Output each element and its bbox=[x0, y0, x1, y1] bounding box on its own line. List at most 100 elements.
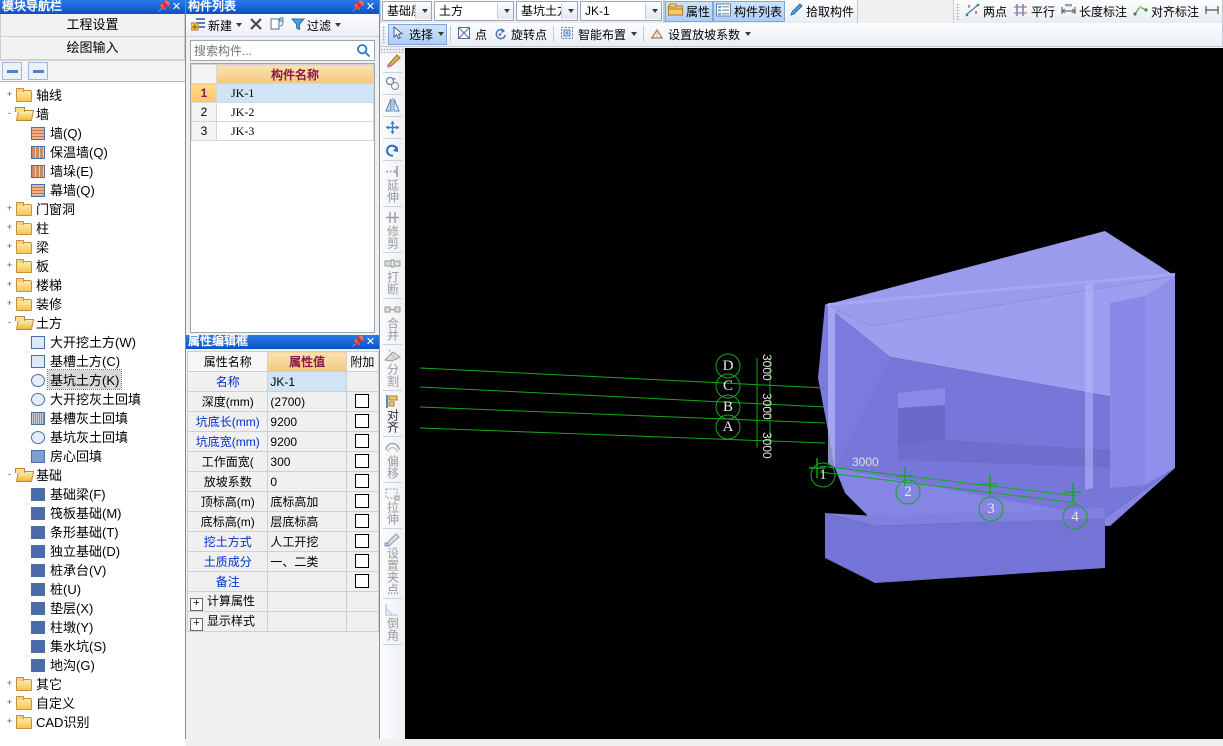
expand-icon[interactable]: + bbox=[4, 299, 15, 308]
property-value[interactable]: 一、二类 bbox=[267, 551, 347, 572]
point-tool[interactable]: 点 bbox=[454, 25, 490, 44]
attach-checkbox[interactable] bbox=[355, 534, 370, 548]
chevron-down-icon[interactable] bbox=[438, 32, 445, 36]
tree-item[interactable]: + 装修 bbox=[0, 294, 185, 313]
pin-icon[interactable]: 📌 bbox=[351, 1, 365, 13]
new-component-button[interactable]: 新建 bbox=[189, 16, 244, 34]
tree-item[interactable]: + 轴线 bbox=[0, 85, 185, 104]
more-dimension-tools[interactable] bbox=[1202, 2, 1222, 21]
tree-item[interactable]: 大开挖土方(W) bbox=[0, 332, 185, 351]
tree-item[interactable]: 条形基础(T) bbox=[0, 522, 185, 541]
tree-item[interactable]: + CAD识别 bbox=[0, 712, 185, 731]
tree-item[interactable]: 墙垛(E) bbox=[0, 161, 185, 180]
property-value[interactable]: 层底标高 bbox=[267, 511, 347, 532]
two-point-dim-button[interactable]: 两点 bbox=[962, 2, 1010, 21]
expand-icon[interactable]: + bbox=[4, 242, 15, 251]
smart-layout-tool[interactable]: 智能布置 bbox=[557, 25, 640, 44]
attach-checkbox[interactable] bbox=[355, 514, 370, 528]
component-name-cell[interactable]: JK-1 bbox=[216, 83, 374, 103]
property-group[interactable]: + 显示样式 bbox=[186, 611, 269, 632]
tree-item[interactable]: 保温墙(Q) bbox=[0, 142, 185, 161]
rotate-tool[interactable] bbox=[380, 75, 405, 92]
component-grid[interactable]: 构件名称 1 JK-1 2 JK-2 3 JK-3 bbox=[190, 63, 375, 333]
property-group-row[interactable]: + 计算属性 bbox=[186, 591, 380, 612]
tree-item[interactable]: 幕墙(Q) bbox=[0, 180, 185, 199]
property-value[interactable]: (2700) bbox=[267, 391, 347, 412]
chevron-down-icon[interactable] bbox=[236, 23, 243, 27]
tree-item[interactable]: + 柱 bbox=[0, 218, 185, 237]
attach-checkbox[interactable] bbox=[355, 394, 370, 408]
component-selector[interactable]: JK-1 bbox=[580, 1, 662, 21]
move-tool[interactable] bbox=[380, 119, 405, 136]
expand-icon[interactable]: + bbox=[4, 698, 15, 707]
slope-coefficient-tool[interactable]: 设置放坡系数 bbox=[647, 25, 754, 44]
mirror-tool[interactable] bbox=[380, 97, 405, 114]
table-row[interactable]: 1 JK-1 bbox=[191, 83, 374, 103]
expand-icon[interactable]: + bbox=[190, 618, 203, 631]
property-value[interactable] bbox=[267, 571, 347, 592]
collapse-icon[interactable]: - bbox=[4, 470, 15, 479]
chevron-down-icon[interactable] bbox=[745, 32, 752, 36]
tree-item[interactable]: 基槽灰土回填 bbox=[0, 408, 185, 427]
pin-icon[interactable]: 📌 bbox=[157, 1, 171, 13]
search-icon[interactable] bbox=[352, 43, 374, 58]
align-dim-button[interactable]: 对齐标注 bbox=[1130, 2, 1202, 21]
pick-component-button[interactable]: 拾取构件 bbox=[785, 2, 857, 21]
tree-item[interactable]: - 土方 bbox=[0, 313, 185, 332]
align-tool[interactable]: 对齐 bbox=[380, 393, 405, 434]
tree-item[interactable]: + 板 bbox=[0, 256, 185, 275]
copy-component-button[interactable] bbox=[268, 16, 286, 34]
component-name-cell[interactable]: JK-2 bbox=[216, 102, 374, 122]
length-dim-button[interactable]: 长度标注 bbox=[1058, 2, 1130, 21]
select-tool[interactable]: 选择 bbox=[388, 23, 448, 45]
expand-icon[interactable]: + bbox=[4, 717, 15, 726]
property-value[interactable]: JK-1 bbox=[267, 371, 347, 392]
tree-item[interactable]: + 门窗洞 bbox=[0, 199, 185, 218]
tree-item[interactable]: -墙 bbox=[0, 104, 185, 123]
attach-checkbox[interactable] bbox=[355, 474, 370, 488]
tree-item[interactable]: 基础梁(F) bbox=[0, 484, 185, 503]
attach-checkbox[interactable] bbox=[355, 574, 370, 588]
chevron-down-icon[interactable] bbox=[415, 3, 431, 19]
property-value[interactable]: 底标高加 bbox=[267, 491, 347, 512]
tree-item[interactable]: 垫层(X) bbox=[0, 598, 185, 617]
filter-button[interactable]: 过滤 bbox=[289, 16, 343, 34]
expand-icon[interactable]: + bbox=[4, 261, 15, 270]
property-value[interactable]: 0 bbox=[267, 471, 347, 492]
tree-item[interactable]: + 梁 bbox=[0, 237, 185, 256]
delete-component-button[interactable] bbox=[247, 16, 265, 34]
tree-item[interactable]: 基坑土方(K) bbox=[0, 369, 185, 390]
collapse-all-button[interactable] bbox=[2, 62, 22, 80]
component-type-selector[interactable]: 基坑土方 bbox=[516, 1, 578, 21]
attach-checkbox[interactable] bbox=[355, 554, 370, 568]
chevron-down-icon[interactable] bbox=[335, 23, 342, 27]
toolbar-gripper[interactable] bbox=[955, 2, 960, 20]
search-input[interactable] bbox=[191, 41, 352, 60]
close-icon[interactable]: ✕ bbox=[364, 336, 377, 348]
tree-item[interactable]: + 自定义 bbox=[0, 693, 185, 712]
component-list-toggle[interactable]: 构件列表 bbox=[713, 0, 786, 22]
collapse-icon[interactable]: - bbox=[4, 318, 15, 327]
chamfer-tool[interactable]: 倒角 bbox=[380, 601, 405, 642]
table-row[interactable]: 3 JK-3 bbox=[191, 121, 374, 141]
offset-tool[interactable]: 偏移 bbox=[380, 439, 405, 480]
expand-icon[interactable]: + bbox=[190, 598, 203, 611]
chevron-down-icon[interactable] bbox=[631, 32, 638, 36]
rotate-back-tool[interactable] bbox=[380, 141, 405, 158]
tree-item[interactable]: 基槽土方(C) bbox=[0, 351, 185, 370]
close-icon[interactable]: ✕ bbox=[170, 1, 183, 13]
attach-checkbox[interactable] bbox=[355, 494, 370, 508]
expand-icon[interactable]: + bbox=[4, 204, 15, 213]
extend-tool[interactable]: 延伸 bbox=[380, 163, 405, 204]
property-group-row[interactable]: + 显示样式 bbox=[186, 611, 380, 632]
tree-item[interactable]: 桩承台(V) bbox=[0, 560, 185, 579]
paint-brush-tool[interactable] bbox=[380, 53, 405, 70]
component-tree[interactable]: + 轴线 - 墙墙(Q) 保温墙(Q) 墙垛(E) 幕墙(Q) + 门窗洞 + 柱 + 梁 + 板 + 楼梯 + 装… bbox=[0, 82, 185, 746]
tree-item[interactable]: 桩(U) bbox=[0, 579, 185, 598]
chevron-down-icon[interactable] bbox=[561, 3, 577, 19]
tree-item[interactable]: 基坑灰土回填 bbox=[0, 427, 185, 446]
attach-checkbox[interactable] bbox=[355, 414, 370, 428]
search-box[interactable] bbox=[190, 40, 375, 61]
properties-toggle[interactable]: 属性 bbox=[665, 0, 714, 22]
expand-icon[interactable]: + bbox=[4, 679, 15, 688]
